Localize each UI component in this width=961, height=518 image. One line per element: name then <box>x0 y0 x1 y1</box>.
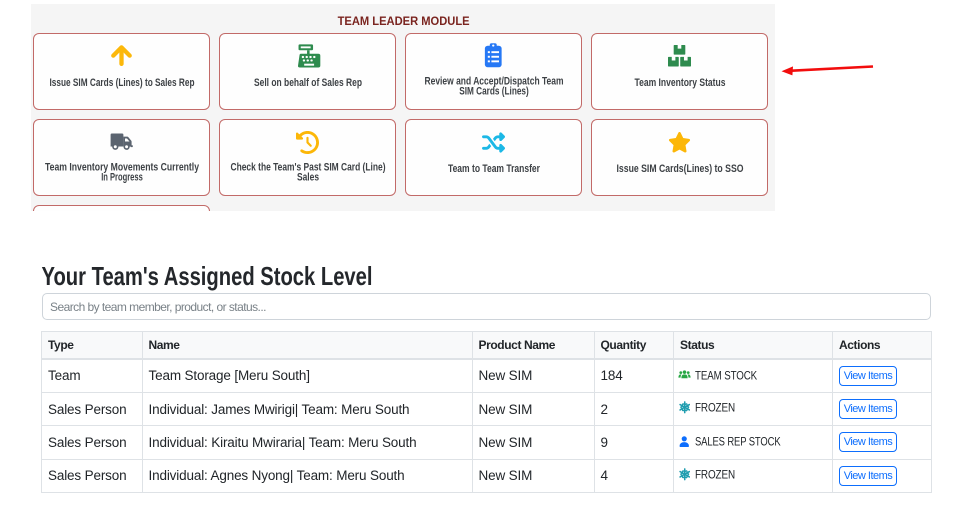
svg-text:Your Team's Assigned Stock Lev: Your Team's Assigned Stock Level <box>42 261 373 291</box>
svg-text:FROZEN: FROZEN <box>695 468 735 481</box>
svg-text:TEAM STOCK: TEAM STOCK <box>695 369 757 382</box>
svg-text:FROZEN: FROZEN <box>695 401 735 414</box>
svg-text:Issue SIM Cards(Lines) to SSO: Issue SIM Cards(Lines) to SSO <box>617 163 744 175</box>
svg-text:SALES REP STOCK: SALES REP STOCK <box>695 435 781 448</box>
svg-text:Team Inventory Status: Team Inventory Status <box>635 77 726 89</box>
